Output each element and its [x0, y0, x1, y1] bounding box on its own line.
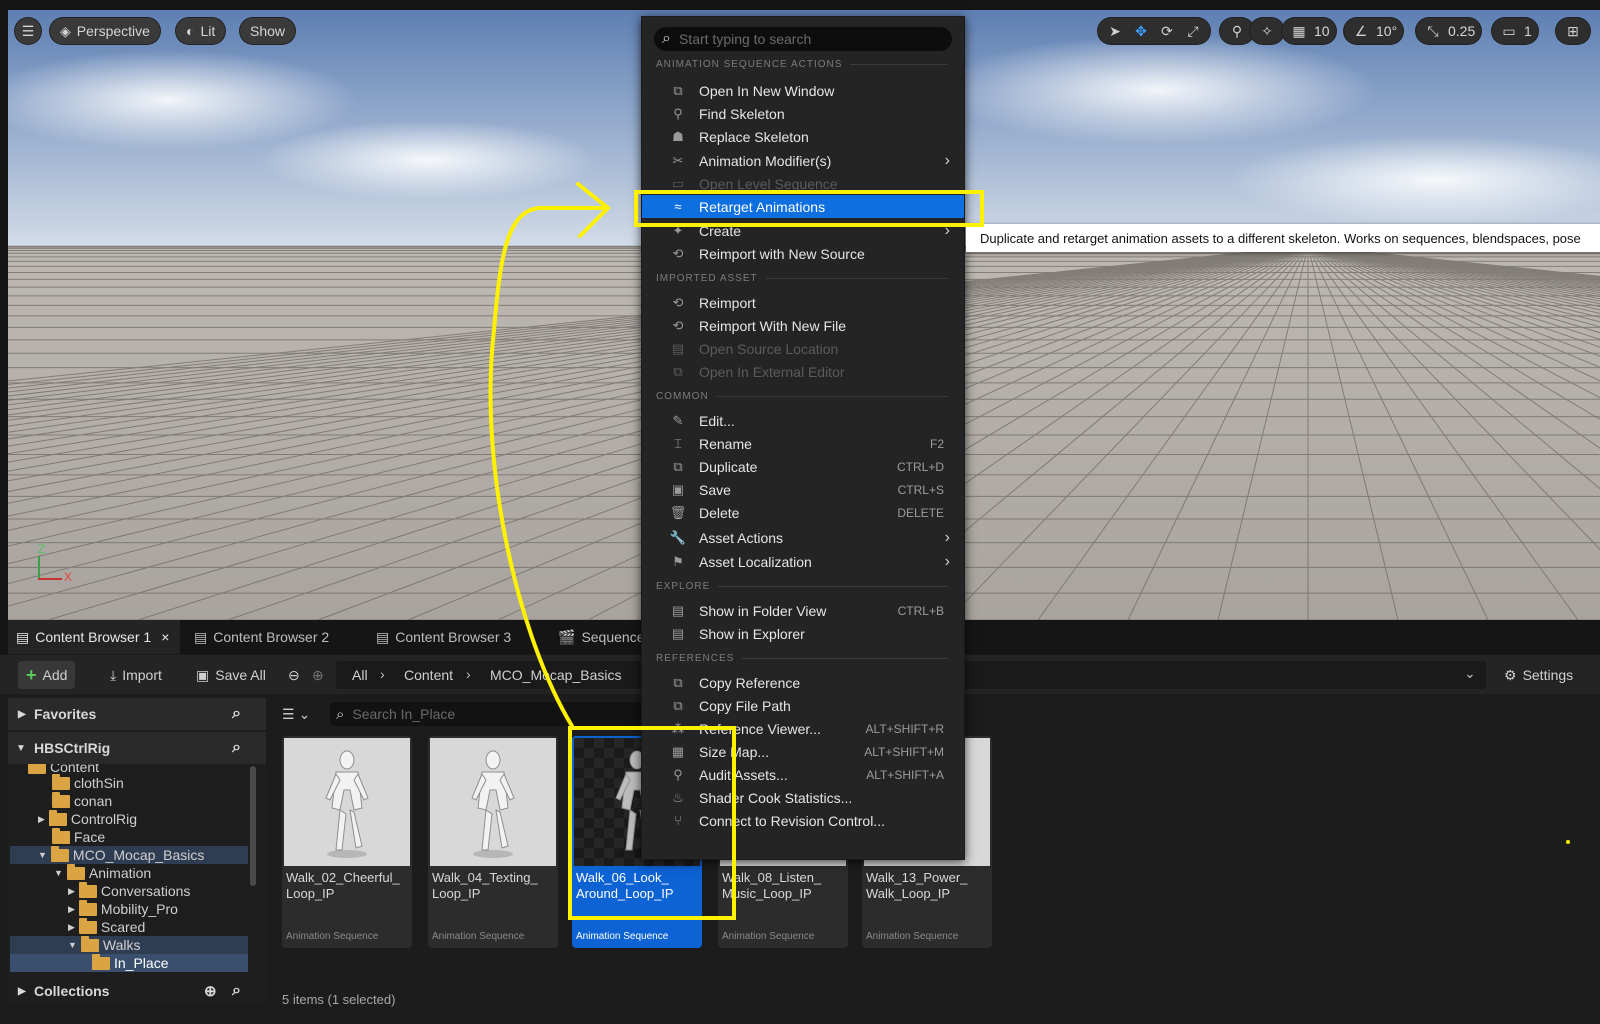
annotation-dot: [1566, 840, 1570, 844]
annotation-overlay: [488, 182, 1570, 920]
annotation-box-selected-asset: [568, 726, 736, 920]
annotation-box-retarget: [634, 190, 984, 227]
annotation-arrow-line: [488, 206, 610, 728]
